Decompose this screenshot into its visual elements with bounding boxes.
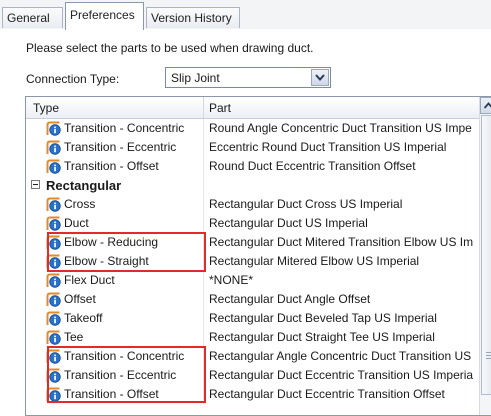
column-divider[interactable] — [203, 97, 204, 118]
scroll-thumb[interactable] — [481, 115, 491, 395]
table-row[interactable]: Transition - Concentric Round Angle Conce… — [26, 119, 491, 138]
type-cell: Flex Duct — [26, 271, 204, 290]
row-type-label: Cross — [64, 197, 96, 211]
row-type-label: Transition - Concentric — [64, 121, 185, 135]
row-type-label: Takeoff — [64, 311, 103, 325]
tab-general[interactable]: General — [2, 7, 63, 28]
tab-version-history[interactable]: Version History — [146, 7, 240, 28]
duct-part-info-icon — [46, 387, 61, 402]
scroll-grip-line — [486, 355, 491, 356]
row-type-label: Elbow - Straight — [64, 254, 149, 268]
row-type-label: Elbow - Reducing — [64, 235, 159, 249]
row-type-label: Transition - Concentric — [64, 349, 185, 363]
row-type-label: Flex Duct — [64, 273, 115, 287]
table-row[interactable]: Transition - Offset Rectangular Duct Ecce… — [26, 385, 491, 404]
column-header-type[interactable]: Type — [33, 101, 59, 115]
grid-header: Type Part — [26, 97, 491, 119]
type-cell: Cross — [26, 195, 204, 214]
table-row[interactable]: Takeoff Rectangular Duct Beveled Tap US I… — [26, 309, 491, 328]
part-cell[interactable]: Round Angle Concentric Duct Transition U… — [209, 119, 481, 138]
scroll-up-button[interactable] — [480, 97, 491, 114]
table-row[interactable]: Cross Rectangular Duct Cross US Imperial — [26, 195, 491, 214]
instruction-text: Please select the parts to be used when … — [26, 41, 314, 55]
row-type-label: Transition - Offset — [64, 159, 159, 173]
table-row[interactable]: Offset Rectangular Duct Angle Offset — [26, 290, 491, 309]
duct-part-info-icon — [46, 349, 61, 364]
duct-part-info-icon — [46, 216, 61, 231]
part-cell[interactable]: Rectangular Duct Straight Tee US Imperia… — [209, 328, 481, 347]
part-cell[interactable]: Rectangular Duct Eccentric Transition US… — [209, 366, 481, 385]
duct-part-info-icon — [46, 292, 61, 307]
row-type-label: Duct — [64, 216, 89, 230]
type-cell: Rectangular — [26, 176, 204, 195]
table-row[interactable]: Tee Rectangular Duct Straight Tee US Impe… — [26, 328, 491, 347]
part-cell[interactable]: Rectangular Duct Mitered Transition Elbo… — [209, 233, 481, 252]
collapse-minus-icon[interactable] — [31, 180, 40, 189]
type-cell: Takeoff — [26, 309, 204, 328]
scroll-grip-line — [486, 358, 491, 359]
chevron-down-icon — [315, 74, 325, 82]
group-label: Rectangular — [46, 178, 122, 193]
dropdown-button[interactable] — [311, 69, 329, 86]
part-cell[interactable]: Rectangular Mitered Elbow US Imperial — [209, 252, 481, 271]
part-cell[interactable]: *NONE* — [209, 271, 481, 290]
type-cell: Transition - Offset — [26, 157, 204, 176]
connection-type-label: Connection Type: — [26, 72, 120, 86]
type-cell: Transition - Concentric — [26, 119, 204, 138]
grid-rows: Transition - Concentric Round Angle Conce… — [26, 119, 491, 404]
duct-part-info-icon — [46, 140, 61, 155]
preferences-panel: Please select the parts to be used when … — [0, 29, 491, 416]
type-cell: Elbow - Straight — [26, 252, 204, 271]
duct-part-info-icon — [46, 311, 61, 326]
type-cell: Elbow - Reducing — [26, 233, 204, 252]
part-cell[interactable]: Rectangular Duct Cross US Imperial — [209, 195, 481, 214]
table-row[interactable]: Transition - Eccentric Eccentric Round Du… — [26, 138, 491, 157]
group-row[interactable]: Rectangular — [26, 176, 491, 195]
connection-type-select[interactable]: Slip Joint — [165, 67, 331, 88]
part-cell[interactable]: Rectangular Duct Beveled Tap US Imperial — [209, 309, 481, 328]
type-cell: Duct — [26, 214, 204, 233]
part-cell[interactable]: Rectangular Duct Eccentric Transition Of… — [209, 385, 481, 404]
table-row[interactable]: Transition - Eccentric Rectangular Duct E… — [26, 366, 491, 385]
row-type-label: Transition - Eccentric — [64, 140, 177, 154]
row-type-label: Offset — [64, 292, 96, 306]
row-type-label: Tee — [64, 330, 84, 344]
type-cell: Offset — [26, 290, 204, 309]
part-cell[interactable]: Rectangular Duct Angle Offset — [209, 290, 481, 309]
type-cell: Transition - Eccentric — [26, 138, 204, 157]
type-cell: Transition - Concentric — [26, 347, 204, 366]
vertical-scrollbar[interactable] — [479, 97, 491, 415]
type-cell: Transition - Eccentric — [26, 366, 204, 385]
row-type-label: Transition - Offset — [64, 387, 159, 401]
parts-grid: Type Part Transition - Concentric Round A… — [25, 96, 491, 416]
column-header-part[interactable]: Part — [209, 101, 231, 115]
duct-part-info-icon — [46, 254, 61, 269]
duct-part-info-icon — [46, 235, 61, 250]
row-type-label: Transition - Eccentric — [64, 368, 177, 382]
duct-part-info-icon — [46, 273, 61, 288]
part-cell[interactable]: Eccentric Round Duct Transition US Imper… — [209, 138, 481, 157]
tab-bar: General Preferences Version History — [0, 0, 491, 30]
table-row[interactable]: Duct Rectangular Duct US Imperial — [26, 214, 491, 233]
table-row[interactable]: Transition - Offset Round Duct Eccentric … — [26, 157, 491, 176]
scroll-grip-line — [486, 352, 491, 353]
table-row[interactable]: Transition - Concentric Rectangular Angle… — [26, 347, 491, 366]
connection-type-value: Slip Joint — [171, 71, 220, 85]
type-cell: Transition - Offset — [26, 385, 204, 404]
table-row[interactable]: Elbow - Reducing Rectangular Duct Mitered… — [26, 233, 491, 252]
table-row[interactable]: Flex Duct *NONE* — [26, 271, 491, 290]
part-cell[interactable]: Rectangular Duct US Imperial — [209, 214, 481, 233]
duct-part-info-icon — [46, 121, 61, 136]
type-cell: Tee — [26, 328, 204, 347]
duct-part-info-icon — [46, 197, 61, 212]
table-row[interactable]: Elbow - Straight Rectangular Mitered Elbo… — [26, 252, 491, 271]
tab-preferences[interactable]: Preferences — [65, 2, 144, 30]
part-cell[interactable]: Round Duct Eccentric Transition Offset — [209, 157, 481, 176]
duct-part-info-icon — [46, 330, 61, 345]
duct-part-info-icon — [46, 159, 61, 174]
scroll-up-arrow-icon — [484, 102, 491, 109]
part-cell[interactable]: Rectangular Angle Concentric Duct Transi… — [209, 347, 481, 366]
duct-part-info-icon — [46, 368, 61, 383]
